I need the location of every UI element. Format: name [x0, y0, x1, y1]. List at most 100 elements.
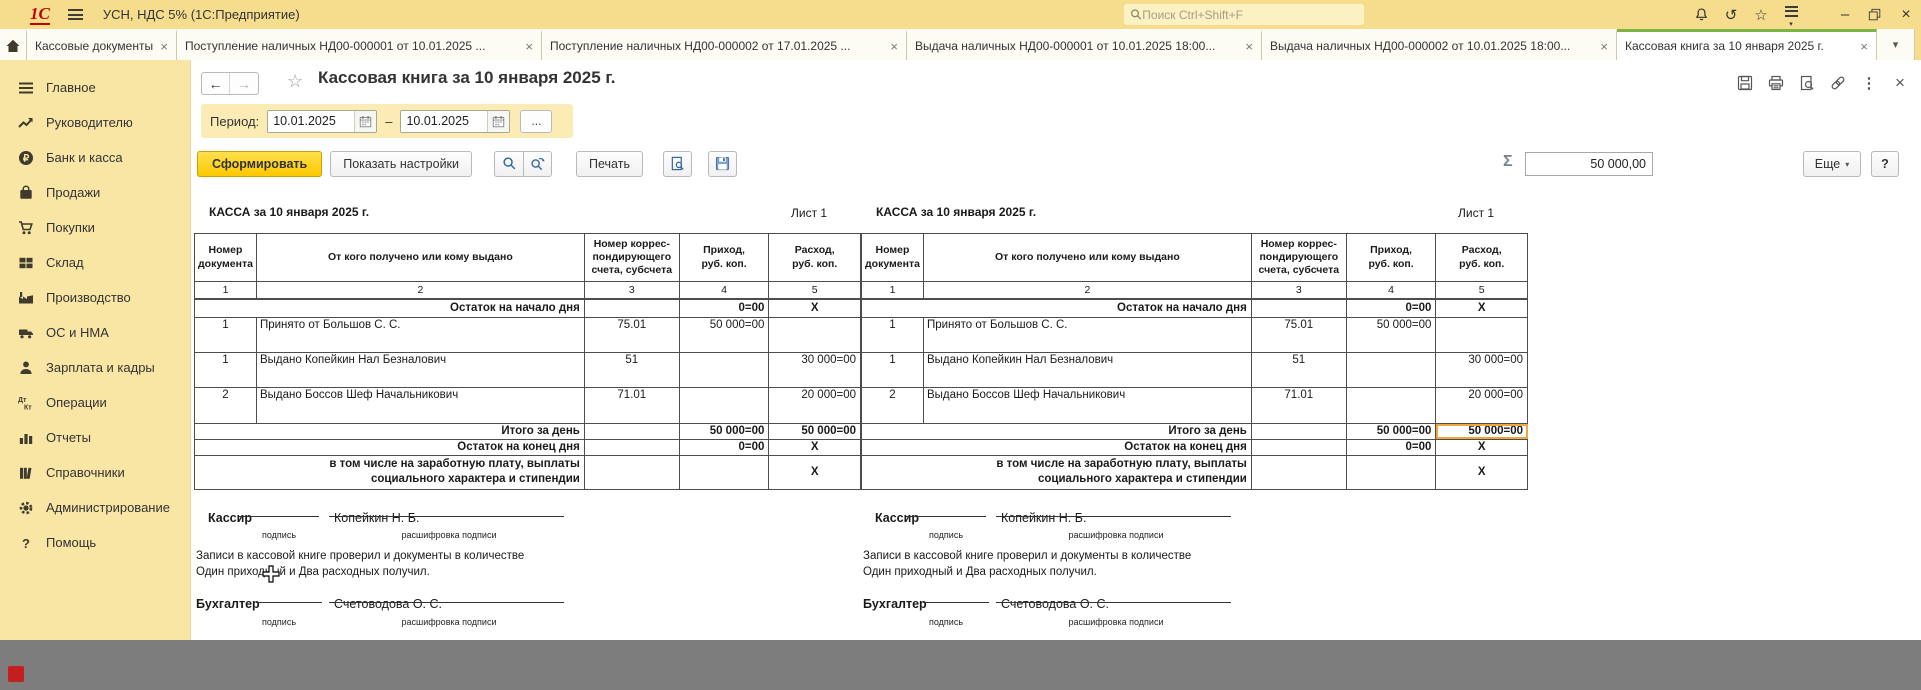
date-to-input[interactable]: [401, 111, 487, 132]
cell-expense[interactable]: X: [1436, 299, 1528, 318]
sidebar-item-2[interactable]: Руководителю: [0, 105, 190, 140]
tab-close-icon[interactable]: ×: [890, 39, 898, 54]
cell-income[interactable]: [1346, 455, 1436, 489]
cell-account[interactable]: [584, 455, 679, 489]
tab-2[interactable]: Поступление наличных НД00-000001 от 10.0…: [177, 29, 542, 60]
sidebar-item-11[interactable]: Отчеты: [0, 420, 190, 455]
cell-account[interactable]: [1251, 424, 1346, 440]
cell-expense[interactable]: [769, 318, 861, 353]
cell-counterparty[interactable]: Выдано Копейкин Нал Безналович: [923, 353, 1251, 388]
sum-total-field[interactable]: [1525, 152, 1653, 176]
get-link-icon[interactable]: [1829, 74, 1847, 92]
cell-account[interactable]: 71.01: [1251, 388, 1346, 424]
calendar-icon[interactable]: [487, 111, 509, 132]
cell-account[interactable]: 51: [1251, 353, 1346, 388]
notifications-bell-icon[interactable]: [1688, 0, 1714, 29]
sum-total-input[interactable]: [1526, 153, 1652, 175]
find-next-button[interactable]: [523, 151, 552, 177]
sidebar-item-13[interactable]: Администрирование: [0, 490, 190, 525]
sidebar-item-10[interactable]: ДтКтОперации: [0, 385, 190, 420]
cell-row-label[interactable]: Остаток на конец дня: [862, 439, 1252, 455]
cell-counterparty[interactable]: Выдано Боссов Шеф Начальникович: [256, 388, 584, 424]
cell-expense[interactable]: 50 000=00: [769, 424, 861, 440]
sidebar-item-14[interactable]: ?Помощь: [0, 525, 190, 560]
cell-income[interactable]: 50 000=00: [679, 318, 769, 353]
tab-5[interactable]: Выдача наличных НД00-000002 от 10.01.202…: [1262, 29, 1617, 60]
taskbar-1c-icon[interactable]: [8, 666, 24, 682]
help-button[interactable]: ?: [1871, 151, 1899, 177]
cell-income[interactable]: 0=00: [679, 439, 769, 455]
cell-row-label[interactable]: Итого за день: [862, 424, 1252, 440]
cell-income[interactable]: [679, 353, 769, 388]
cell-account[interactable]: [1251, 439, 1346, 455]
cell-account[interactable]: 51: [584, 353, 679, 388]
cell-counterparty[interactable]: Принято от Большов С. С.: [256, 318, 584, 353]
cell-account[interactable]: 75.01: [584, 318, 679, 353]
cell-expense[interactable]: X: [1436, 439, 1528, 455]
cell-income[interactable]: 0=00: [1346, 299, 1436, 318]
sidebar-item-12[interactable]: Справочники: [0, 455, 190, 490]
cell-account[interactable]: [584, 424, 679, 440]
tab-1[interactable]: Кассовые документы×: [27, 29, 177, 60]
tab-close-icon[interactable]: ×: [1245, 39, 1253, 54]
cell-row-label[interactable]: в том числе на заработную плату, выплаты…: [862, 455, 1252, 489]
cell-expense[interactable]: 30 000=00: [1436, 353, 1528, 388]
close-window-icon[interactable]: ×: [1893, 0, 1919, 29]
cell-expense[interactable]: X: [769, 439, 861, 455]
history-icon[interactable]: ↺: [1718, 0, 1744, 29]
preview-icon[interactable]: [1798, 74, 1816, 92]
show-settings-button[interactable]: Показать настройки: [330, 151, 472, 177]
cashbook-table[interactable]: НомердокументаОт кого получено или кому …: [861, 233, 1528, 490]
tab-4[interactable]: Выдача наличных НД00-000001 от 10.01.202…: [907, 29, 1262, 60]
tab-close-icon[interactable]: ×: [1600, 39, 1608, 54]
add-favorite-star-icon[interactable]: ☆: [287, 71, 303, 92]
date-to-field[interactable]: [400, 110, 510, 133]
cell-doc-number[interactable]: 1: [862, 353, 924, 388]
sidebar-item-7[interactable]: Производство: [0, 280, 190, 315]
sidebar-item-4[interactable]: Продажи: [0, 175, 190, 210]
cell-counterparty[interactable]: Принято от Большов С. С.: [923, 318, 1251, 353]
cell-income[interactable]: 50 000=00: [1346, 318, 1436, 353]
cell-account[interactable]: [1251, 299, 1346, 318]
cell-expense[interactable]: X: [769, 455, 861, 489]
favorites-star-icon[interactable]: ☆: [1748, 0, 1774, 29]
cell-row-label[interactable]: Остаток на начало дня: [195, 299, 585, 318]
cell-account[interactable]: [584, 299, 679, 318]
cell-income[interactable]: 0=00: [1346, 439, 1436, 455]
sidebar-item-5[interactable]: Покупки: [0, 210, 190, 245]
tab-close-icon[interactable]: ×: [1860, 39, 1868, 54]
cell-income[interactable]: [679, 388, 769, 424]
cell-row-label[interactable]: в том числе на заработную плату, выплаты…: [195, 455, 585, 489]
global-search[interactable]: [1124, 4, 1364, 25]
tab-close-icon[interactable]: ×: [525, 39, 533, 54]
cell-account[interactable]: 75.01: [1251, 318, 1346, 353]
cell-doc-number[interactable]: 2: [195, 388, 257, 424]
back-button[interactable]: ←: [202, 73, 230, 94]
cell-expense[interactable]: X: [1436, 455, 1528, 489]
cell-income[interactable]: [1346, 388, 1436, 424]
cell-account[interactable]: 71.01: [584, 388, 679, 424]
more-button[interactable]: Еще▾: [1803, 151, 1861, 177]
cell-counterparty[interactable]: Выдано Боссов Шеф Начальникович: [923, 388, 1251, 424]
cell-expense[interactable]: [1436, 318, 1528, 353]
cashbook-table[interactable]: НомердокументаОт кого получено или кому …: [194, 233, 861, 490]
save-icon[interactable]: [1736, 74, 1754, 92]
date-from-input[interactable]: [268, 111, 354, 132]
restore-icon[interactable]: [1862, 0, 1888, 29]
calendar-icon[interactable]: [354, 111, 376, 132]
cell-income[interactable]: [1346, 353, 1436, 388]
sidebar-item-1[interactable]: Главное: [0, 70, 190, 105]
cell-expense[interactable]: 20 000=00: [769, 388, 861, 424]
cell-income[interactable]: 0=00: [679, 299, 769, 318]
tab-close-icon[interactable]: ×: [160, 39, 168, 54]
cell-counterparty[interactable]: Выдано Копейкин Нал Безналович: [256, 353, 584, 388]
print-preview-button[interactable]: [663, 151, 692, 177]
date-from-field[interactable]: [267, 110, 377, 133]
sidebar-item-8[interactable]: ОС и НМА: [0, 315, 190, 350]
cell-expense[interactable]: 20 000=00: [1436, 388, 1528, 424]
print-icon[interactable]: [1767, 74, 1785, 92]
cell-doc-number[interactable]: 2: [862, 388, 924, 424]
more-actions-kebab-icon[interactable]: ⋮: [1860, 74, 1878, 92]
cell-expense[interactable]: 30 000=00: [769, 353, 861, 388]
main-menu-icon[interactable]: [68, 7, 83, 23]
